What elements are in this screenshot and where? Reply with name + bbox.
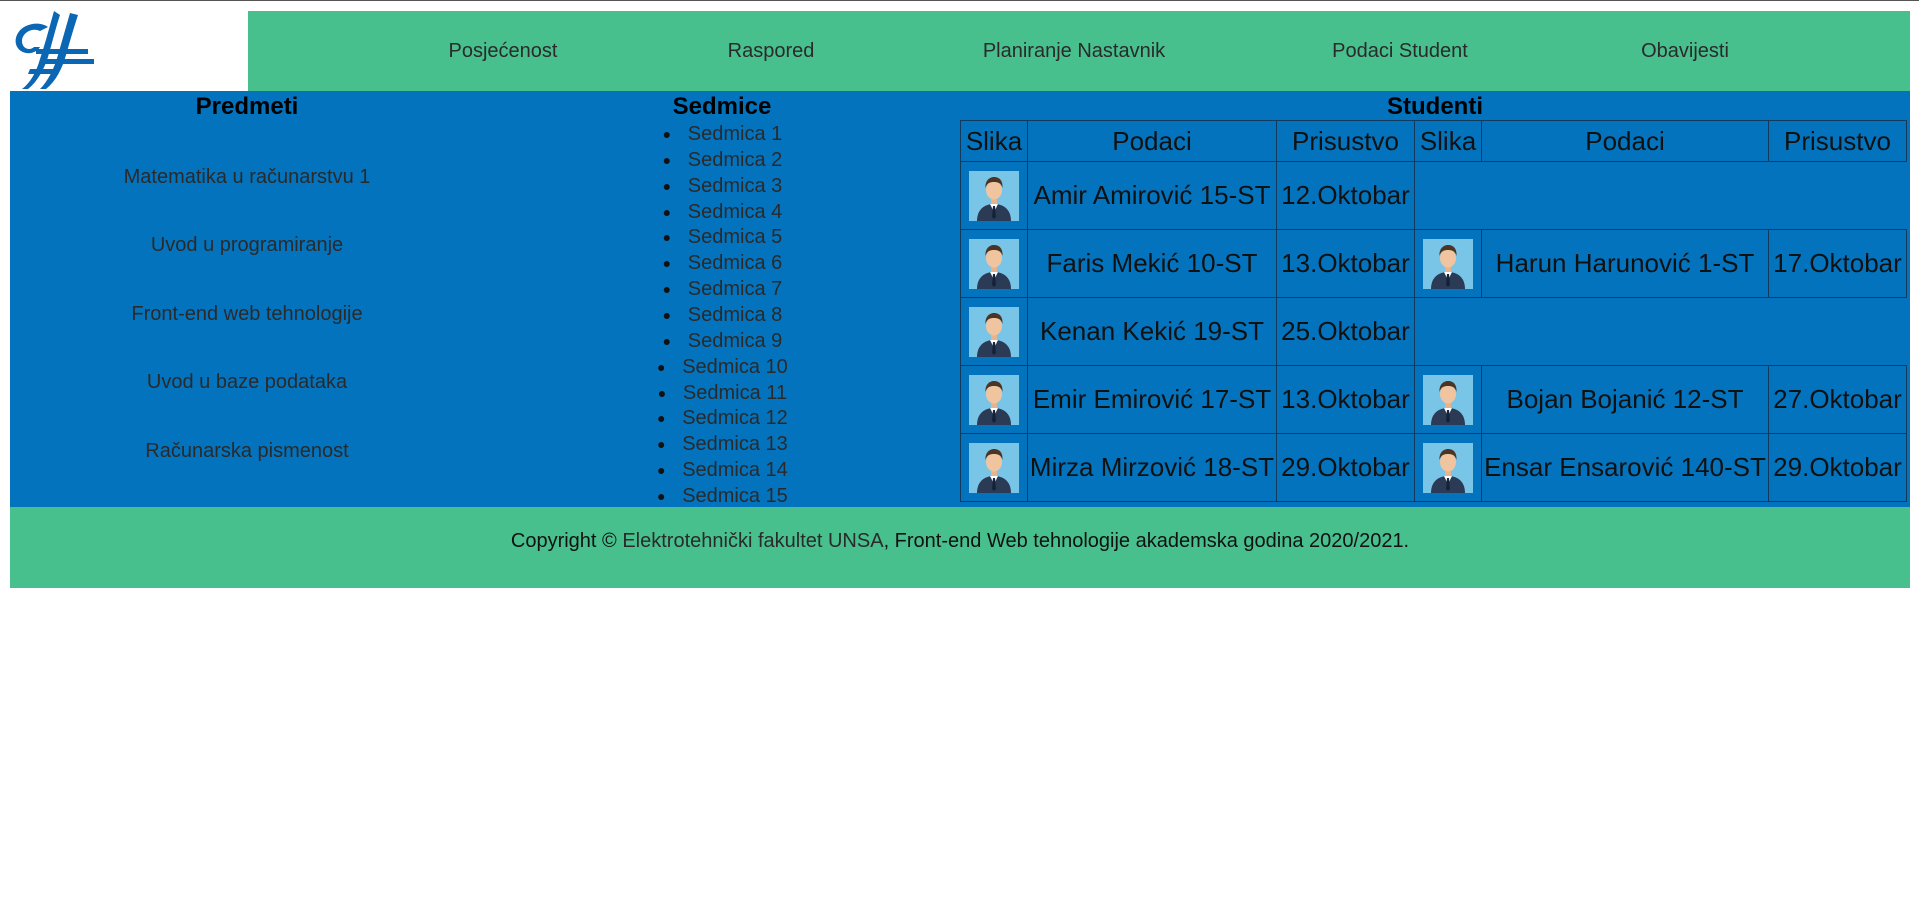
- week-item[interactable]: Sedmica 9: [663, 330, 782, 353]
- student-info: Ensar Ensarović 140-ST: [1481, 433, 1769, 502]
- top-border: [0, 0, 1919, 1]
- nav-link-obavijesti[interactable]: Obavijesti: [1641, 11, 1729, 91]
- week-item[interactable]: Sedmica 4: [663, 201, 782, 224]
- student-photo-cell: [1414, 433, 1482, 502]
- copyright-text: Copyright © Elektrotehnički fakultet UNS…: [511, 530, 1409, 553]
- student-attendance: 17.Oktobar: [1768, 229, 1907, 298]
- subject-link[interactable]: Front-end web tehnologije: [131, 303, 362, 326]
- table-row: Faris Mekić 10-ST 13.Oktobar Harun Harunov…: [960, 229, 1907, 298]
- week-item[interactable]: Sedmica 1: [663, 123, 782, 146]
- subject-link[interactable]: Računarska pismenost: [145, 440, 348, 463]
- header: Posjećenost Raspored Planiranje Nastavni…: [10, 11, 1910, 91]
- week-item[interactable]: Sedmica 7: [663, 278, 782, 301]
- student-avatar: [969, 442, 1019, 493]
- student-info: Faris Mekić 10-ST: [1027, 229, 1277, 298]
- student-info: Harun Harunović 1-ST: [1481, 229, 1769, 298]
- student-attendance: 12.Oktobar: [1276, 161, 1415, 230]
- table-row: Kenan Kekić 19-ST 25.Oktobar: [960, 297, 1907, 366]
- table-row: Amir Amirović 15-ST 12.Oktobar: [960, 161, 1907, 230]
- subject-link[interactable]: Uvod u programiranje: [151, 234, 343, 257]
- nav-link-planiranje-nastavnik[interactable]: Planiranje Nastavnik: [983, 11, 1165, 91]
- student-attendance: 13.Oktobar: [1276, 229, 1415, 298]
- column-header-prisustvo: Prisustvo: [1768, 120, 1907, 162]
- week-item[interactable]: Sedmica 11: [658, 382, 787, 405]
- students-table: Slika Podaci Prisustvo Slika Podaci Pris…: [960, 120, 1907, 502]
- student-info: Kenan Kekić 19-ST: [1027, 297, 1277, 366]
- week-item[interactable]: Sedmica 3: [663, 175, 782, 198]
- nav-link-posjecenost[interactable]: Posjećenost: [449, 11, 558, 91]
- student-info: Amir Amirović 15-ST: [1027, 161, 1277, 230]
- student-photo-cell: [960, 229, 1028, 298]
- subject-link[interactable]: Matematika u računarstvu 1: [124, 166, 371, 189]
- week-item[interactable]: Sedmica 6: [663, 252, 782, 275]
- table-header-row: Slika Podaci Prisustvo Slika Podaci Pris…: [960, 120, 1907, 162]
- empty-cell: [1414, 297, 1907, 366]
- student-photo-cell: [960, 161, 1028, 230]
- student-photo-cell: [1414, 365, 1482, 434]
- column-header-podaci: Podaci: [1027, 120, 1277, 162]
- subjects-title: Predmeti: [195, 93, 299, 120]
- empty-cell: [1414, 161, 1907, 230]
- footer: Copyright © Elektrotehnički fakultet UNS…: [10, 507, 1910, 588]
- student-avatar: [969, 306, 1019, 357]
- student-avatar: [1423, 238, 1473, 289]
- student-info: Bojan Bojanić 12-ST: [1481, 365, 1769, 434]
- copyright-suffix: , Front-end Web tehnologije akademska go…: [883, 530, 1410, 552]
- column-header-slika: Slika: [1414, 120, 1482, 162]
- student-avatar: [969, 170, 1019, 221]
- main-nav: Posjećenost Raspored Planiranje Nastavni…: [248, 11, 1910, 91]
- faculty-logo[interactable]: [10, 11, 248, 91]
- student-photo-cell: [960, 433, 1028, 502]
- week-item[interactable]: Sedmica 12: [658, 407, 788, 430]
- student-avatar: [1423, 374, 1473, 425]
- column-header-slika: Slika: [960, 120, 1028, 162]
- main-content: Predmeti Matematika u računarstvu 1 Uvod…: [10, 91, 1910, 507]
- nav-link-podaci-student[interactable]: Podaci Student: [1332, 11, 1468, 91]
- column-header-podaci: Podaci: [1481, 120, 1769, 162]
- etf-logo-icon: [15, 11, 94, 89]
- week-item[interactable]: Sedmica 14: [658, 459, 788, 482]
- student-attendance: 13.Oktobar: [1276, 365, 1415, 434]
- student-photo-cell: [960, 365, 1028, 434]
- student-attendance: 29.Oktobar: [1768, 433, 1907, 502]
- column-header-prisustvo: Prisustvo: [1276, 120, 1415, 162]
- week-item[interactable]: Sedmica 8: [663, 304, 782, 327]
- subject-link[interactable]: Uvod u baze podataka: [147, 371, 347, 394]
- nav-link-raspored[interactable]: Raspored: [728, 11, 815, 91]
- week-item[interactable]: Sedmica 13: [658, 433, 788, 456]
- student-info: Emir Emirović 17-ST: [1027, 365, 1277, 434]
- student-attendance: 25.Oktobar: [1276, 297, 1415, 366]
- students-title: Studenti: [1387, 93, 1483, 120]
- student-photo-cell: [960, 297, 1028, 366]
- week-item[interactable]: Sedmica 5: [663, 226, 782, 249]
- student-avatar: [969, 238, 1019, 289]
- student-avatar: [1423, 442, 1473, 493]
- copyright-prefix: Copyright ©: [510, 530, 623, 552]
- student-photo-cell: [1414, 229, 1482, 298]
- week-item[interactable]: Sedmica 15: [658, 485, 788, 508]
- week-item[interactable]: Sedmica 10: [658, 356, 788, 379]
- faculty-link[interactable]: Elektrotehnički fakultet UNSA: [622, 530, 883, 552]
- student-avatar: [969, 374, 1019, 425]
- week-item[interactable]: Sedmica 2: [663, 149, 782, 172]
- weeks-title: Sedmice: [672, 93, 772, 120]
- student-info: Mirza Mirzović 18-ST: [1027, 433, 1277, 502]
- student-attendance: 27.Oktobar: [1768, 365, 1907, 434]
- table-row: Emir Emirović 17-ST 13.Oktobar Bojan Bojan…: [960, 365, 1907, 434]
- student-attendance: 29.Oktobar: [1276, 433, 1415, 502]
- table-row: Mirza Mirzović 18-ST 29.Oktobar Ensar Ensa…: [960, 433, 1907, 502]
